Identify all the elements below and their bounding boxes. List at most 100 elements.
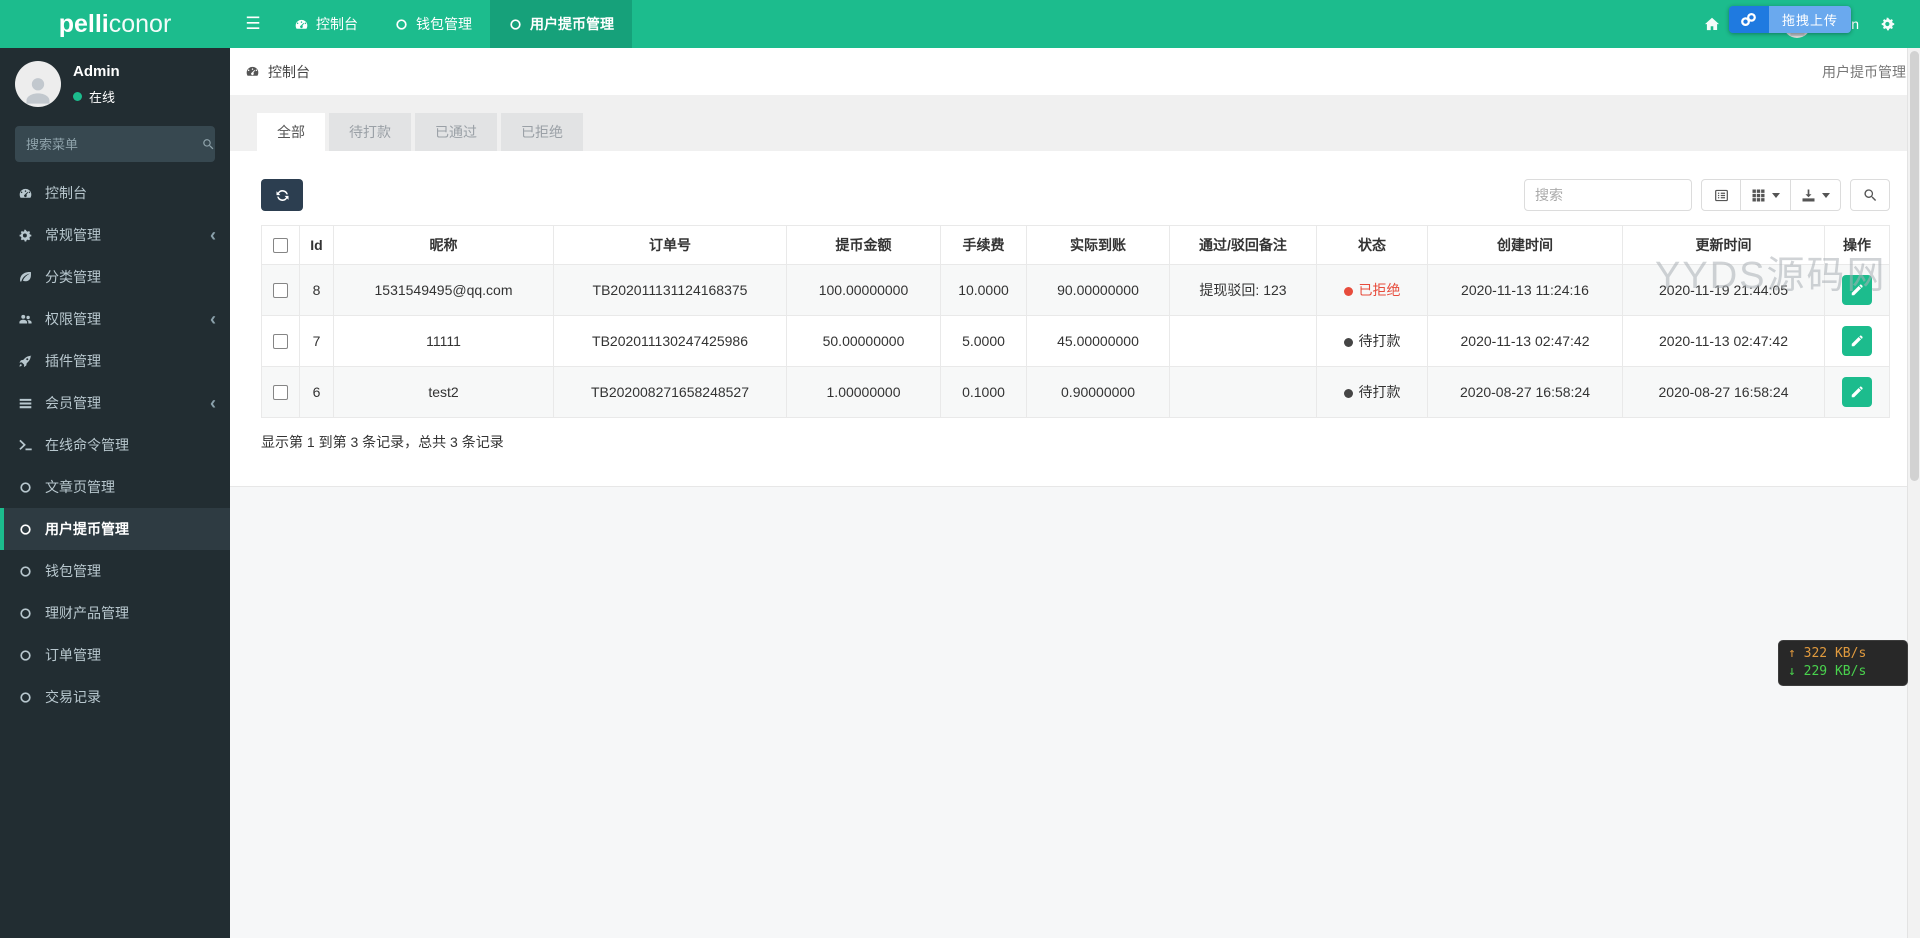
sidebar-item-8[interactable]: 用户提币管理 bbox=[0, 508, 230, 550]
scrollbar[interactable] bbox=[1907, 48, 1920, 938]
row-checkbox[interactable] bbox=[273, 334, 288, 350]
column-header-6[interactable]: 通过/驳回备注 bbox=[1169, 225, 1317, 265]
edit-button[interactable] bbox=[1842, 326, 1872, 356]
column-header-4[interactable]: 手续费 bbox=[940, 225, 1027, 265]
main-area: ☰ 控制台钱包管理用户提币管理 Admin 拖拽上传 控制台 用户提币管理 全部… bbox=[230, 0, 1920, 938]
sidebar-item-3[interactable]: 权限管理 ‹ bbox=[0, 298, 230, 340]
status-badge: 待打款 bbox=[1343, 333, 1401, 349]
sidebar-item-4[interactable]: 插件管理 bbox=[0, 340, 230, 382]
table-row-0: 8 1531549495@qq.com TB202011131124168375 10… bbox=[261, 264, 1890, 316]
columns-dropdown-button[interactable] bbox=[1741, 179, 1791, 211]
online-status-dot bbox=[73, 91, 82, 101]
cell-fee: 0.1000 bbox=[940, 366, 1027, 418]
upload-speed: ↑ 322 KB/s bbox=[1788, 646, 1867, 661]
sidebar-item-label: 交易记录 bbox=[45, 689, 101, 705]
row-checkbox[interactable] bbox=[273, 283, 288, 299]
circle-icon bbox=[394, 17, 409, 32]
cell-order-no: TB202011131124168375 bbox=[553, 264, 787, 316]
filter-tab-2[interactable]: 已通过 bbox=[415, 113, 497, 151]
column-header-8[interactable]: 创建时间 bbox=[1427, 225, 1623, 265]
sidebar-toggle-button[interactable]: ☰ bbox=[230, 0, 276, 48]
nav-tab-2[interactable]: 用户提币管理 bbox=[490, 0, 632, 48]
filter-tab-0[interactable]: 全部 bbox=[257, 113, 325, 151]
toggle-view-button[interactable] bbox=[1701, 179, 1741, 211]
export-icon bbox=[1801, 188, 1816, 203]
dashboard-icon bbox=[16, 186, 35, 201]
menu-search-input[interactable] bbox=[26, 136, 202, 152]
circle-icon bbox=[16, 606, 35, 621]
filter-tab-1[interactable]: 待打款 bbox=[329, 113, 411, 151]
column-header-2[interactable]: 订单号 bbox=[553, 225, 787, 265]
settings-button[interactable] bbox=[1867, 0, 1909, 48]
sidebar-item-5[interactable]: 会员管理 ‹ bbox=[0, 382, 230, 424]
breadcrumb: 控制台 用户提币管理 bbox=[230, 48, 1920, 95]
advanced-search-button[interactable] bbox=[1850, 179, 1890, 211]
sidebar-item-2[interactable]: 分类管理 bbox=[0, 256, 230, 298]
drag-upload-extension-button[interactable]: 拖拽上传 bbox=[1728, 6, 1851, 33]
column-header-5[interactable]: 实际到账 bbox=[1026, 225, 1170, 265]
cell-status: 待打款 bbox=[1316, 315, 1428, 367]
edit-button[interactable] bbox=[1842, 275, 1872, 305]
select-all-checkbox[interactable] bbox=[273, 238, 288, 254]
column-header-1[interactable]: 昵称 bbox=[333, 225, 554, 265]
filter-tab-3[interactable]: 已拒绝 bbox=[501, 113, 583, 151]
nav-tab-label: 控制台 bbox=[316, 16, 358, 32]
app-logo[interactable]: pelli conor bbox=[0, 0, 230, 48]
row-checkbox[interactable] bbox=[273, 385, 288, 401]
person-icon bbox=[21, 73, 55, 107]
row-select-cell bbox=[261, 264, 300, 316]
status-dot bbox=[1343, 388, 1353, 398]
sidebar-user-name: Admin bbox=[73, 62, 120, 80]
edit-button[interactable] bbox=[1842, 377, 1872, 407]
netdisk-icon bbox=[1740, 11, 1757, 28]
circle-icon bbox=[508, 17, 523, 32]
nav-tab-1[interactable]: 钱包管理 bbox=[376, 0, 490, 48]
cell-order-no: TB202008271658248527 bbox=[553, 366, 787, 418]
cell-remark bbox=[1169, 366, 1317, 418]
cell-amount: 100.00000000 bbox=[786, 264, 941, 316]
table-search-input[interactable] bbox=[1524, 179, 1692, 211]
sidebar-item-label: 权限管理 bbox=[45, 311, 101, 327]
navbar-tabs: 控制台 钱包管理 用户提币管理 bbox=[276, 0, 632, 48]
cell-actual: 45.00000000 bbox=[1026, 315, 1170, 367]
caret-down-icon bbox=[1772, 192, 1780, 198]
sidebar-user-status-label: 在线 bbox=[89, 89, 116, 105]
sidebar-search-box bbox=[15, 126, 215, 162]
list-icon bbox=[16, 396, 35, 411]
sidebar-user-status: 在线 bbox=[73, 87, 120, 106]
home-button[interactable] bbox=[1691, 0, 1733, 48]
cell-updated-at: 2020-11-19 21:44:05 bbox=[1622, 264, 1825, 316]
sidebar-user-panel: Admin 在线 bbox=[0, 48, 230, 116]
cell-amount: 50.00000000 bbox=[786, 315, 941, 367]
sidebar-item-11[interactable]: 订单管理 bbox=[0, 634, 230, 676]
list-alt-icon bbox=[1714, 188, 1729, 203]
scrollbar-thumb[interactable] bbox=[1910, 51, 1919, 481]
download-speed: ↓ 229 KB/s bbox=[1788, 664, 1867, 679]
sidebar-item-10[interactable]: 理财产品管理 bbox=[0, 592, 230, 634]
sidebar-item-0[interactable]: 控制台 bbox=[0, 172, 230, 214]
magnifier-icon bbox=[1863, 188, 1878, 203]
caret-down-icon bbox=[1822, 192, 1830, 198]
sidebar-item-12[interactable]: 交易记录 bbox=[0, 676, 230, 718]
column-header-9[interactable]: 更新时间 bbox=[1622, 225, 1825, 265]
column-header-3[interactable]: 提币金额 bbox=[786, 225, 941, 265]
sidebar-item-6[interactable]: 在线命令管理 bbox=[0, 424, 230, 466]
cell-nickname: test2 bbox=[333, 366, 554, 418]
nav-tab-0[interactable]: 控制台 bbox=[276, 0, 376, 48]
sidebar-item-1[interactable]: 常规管理 ‹ bbox=[0, 214, 230, 256]
column-header-0[interactable]: Id bbox=[299, 225, 334, 265]
column-header-10[interactable]: 操作 bbox=[1824, 225, 1890, 265]
circle-icon bbox=[16, 522, 35, 537]
sidebar-item-9[interactable]: 钱包管理 bbox=[0, 550, 230, 592]
table-toolbar bbox=[261, 179, 1890, 211]
export-dropdown-button[interactable] bbox=[1791, 179, 1841, 211]
column-header-7[interactable]: 状态 bbox=[1316, 225, 1428, 265]
cell-created-at: 2020-08-27 16:58:24 bbox=[1427, 366, 1623, 418]
cell-created-at: 2020-11-13 02:47:42 bbox=[1427, 315, 1623, 367]
sidebar-item-label: 文章页管理 bbox=[45, 479, 115, 495]
th-grid-icon bbox=[1751, 188, 1766, 203]
sidebar-item-7[interactable]: 文章页管理 bbox=[0, 466, 230, 508]
cell-actions bbox=[1824, 264, 1890, 316]
refresh-button[interactable] bbox=[261, 179, 303, 211]
network-speed-overlay: ↑ 322 KB/s ↓ 229 KB/s bbox=[1778, 640, 1908, 686]
